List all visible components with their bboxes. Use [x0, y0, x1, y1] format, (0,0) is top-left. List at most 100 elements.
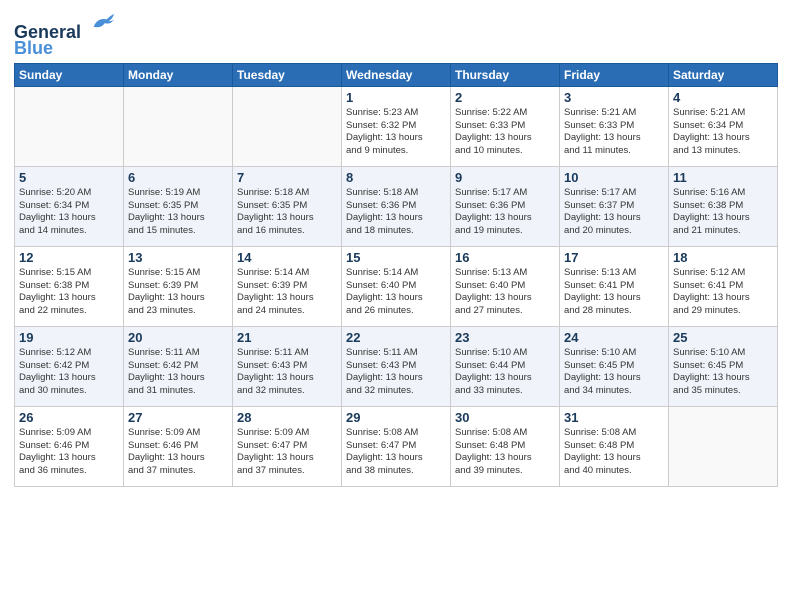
- weekday-header-thursday: Thursday: [451, 63, 560, 86]
- calendar-week-row: 19 Sunrise: 5:12 AM Sunset: 6:42 PM Dayli…: [15, 326, 778, 406]
- calendar-day-cell: 5 Sunrise: 5:20 AM Sunset: 6:34 PM Daylig…: [15, 166, 124, 246]
- day-number: 5: [19, 170, 119, 185]
- calendar-day-cell: 10 Sunrise: 5:17 AM Sunset: 6:37 PM Dayli…: [560, 166, 669, 246]
- header: General Blue: [14, 10, 778, 57]
- calendar-day-cell: 4Sunrise: 5:21 AM Sunset: 6:34 PM Daylig…: [669, 86, 778, 166]
- calendar-day-cell: 11 Sunrise: 5:16 AM Sunset: 6:38 PM Dayli…: [669, 166, 778, 246]
- day-number: 13: [128, 250, 228, 265]
- day-info: Sunrise: 5:14 AM Sunset: 6:39 PM Dayligh…: [237, 267, 337, 318]
- day-info: Sunrise: 5:20 AM Sunset: 6:34 PM Dayligh…: [19, 187, 119, 238]
- day-number: 11: [673, 170, 773, 185]
- day-number: 30: [455, 410, 555, 425]
- calendar-day-cell: 2Sunrise: 5:22 AM Sunset: 6:33 PM Daylig…: [451, 86, 560, 166]
- calendar-week-row: 5 Sunrise: 5:20 AM Sunset: 6:34 PM Daylig…: [15, 166, 778, 246]
- day-info: Sunrise: 5:17 AM Sunset: 6:37 PM Dayligh…: [564, 187, 664, 238]
- day-number: 6: [128, 170, 228, 185]
- day-number: 31: [564, 410, 664, 425]
- weekday-header-friday: Friday: [560, 63, 669, 86]
- day-info: Sunrise: 5:11 AM Sunset: 6:43 PM Dayligh…: [237, 347, 337, 398]
- day-number: 18: [673, 250, 773, 265]
- calendar-week-row: 1 Sunrise: 5:23 AM Sunset: 6:32 PM Daylig…: [15, 86, 778, 166]
- day-info: Sunrise: 5:10 AM Sunset: 6:45 PM Dayligh…: [564, 347, 664, 398]
- calendar-day-cell: 29 Sunrise: 5:08 AM Sunset: 6:47 PM Dayli…: [342, 406, 451, 486]
- calendar-day-cell: 27 Sunrise: 5:09 AM Sunset: 6:46 PM Dayli…: [124, 406, 233, 486]
- day-number: 8: [346, 170, 446, 185]
- day-info: Sunrise: 5:13 AM Sunset: 6:40 PM Dayligh…: [455, 267, 555, 318]
- day-number: 4: [673, 90, 773, 105]
- day-number: 1: [346, 90, 446, 105]
- day-info: Sunrise: 5:15 AM Sunset: 6:39 PM Dayligh…: [128, 267, 228, 318]
- calendar-day-cell: [124, 86, 233, 166]
- day-info: Sunrise: 5:08 AM Sunset: 6:48 PM Dayligh…: [455, 427, 555, 478]
- day-info: Sunrise: 5:09 AM Sunset: 6:47 PM Dayligh…: [237, 427, 337, 478]
- day-info: Sunrise: 5:12 AM Sunset: 6:42 PM Dayligh…: [19, 347, 119, 398]
- weekday-header-wednesday: Wednesday: [342, 63, 451, 86]
- day-number: 3: [564, 90, 664, 105]
- calendar-week-row: 26 Sunrise: 5:09 AM Sunset: 6:46 PM Dayli…: [15, 406, 778, 486]
- calendar-day-cell: 17 Sunrise: 5:13 AM Sunset: 6:41 PM Dayli…: [560, 246, 669, 326]
- calendar-day-cell: 20 Sunrise: 5:11 AM Sunset: 6:42 PM Dayli…: [124, 326, 233, 406]
- day-info: Sunrise: 5:11 AM Sunset: 6:42 PM Dayligh…: [128, 347, 228, 398]
- day-number: 20: [128, 330, 228, 345]
- calendar-day-cell: [15, 86, 124, 166]
- day-number: 10: [564, 170, 664, 185]
- day-info: Sunrise: 5:17 AM Sunset: 6:36 PM Dayligh…: [455, 187, 555, 238]
- calendar-day-cell: 8 Sunrise: 5:18 AM Sunset: 6:36 PM Daylig…: [342, 166, 451, 246]
- weekday-header-monday: Monday: [124, 63, 233, 86]
- calendar-day-cell: 18 Sunrise: 5:12 AM Sunset: 6:41 PM Dayli…: [669, 246, 778, 326]
- calendar-day-cell: 28Sunrise: 5:09 AM Sunset: 6:47 PM Dayli…: [233, 406, 342, 486]
- day-number: 15: [346, 250, 446, 265]
- calendar-day-cell: 24 Sunrise: 5:10 AM Sunset: 6:45 PM Dayli…: [560, 326, 669, 406]
- calendar-day-cell: 1 Sunrise: 5:23 AM Sunset: 6:32 PM Daylig…: [342, 86, 451, 166]
- day-info: Sunrise: 5:09 AM Sunset: 6:46 PM Dayligh…: [128, 427, 228, 478]
- calendar-day-cell: 30 Sunrise: 5:08 AM Sunset: 6:48 PM Dayli…: [451, 406, 560, 486]
- day-number: 17: [564, 250, 664, 265]
- day-info: Sunrise: 5:08 AM Sunset: 6:47 PM Dayligh…: [346, 427, 446, 478]
- day-number: 29: [346, 410, 446, 425]
- day-info: Sunrise: 5:09 AM Sunset: 6:46 PM Dayligh…: [19, 427, 119, 478]
- day-number: 22: [346, 330, 446, 345]
- calendar-day-cell: 12Sunrise: 5:15 AM Sunset: 6:38 PM Dayli…: [15, 246, 124, 326]
- day-number: 25: [673, 330, 773, 345]
- weekday-header-row: SundayMondayTuesdayWednesdayThursdayFrid…: [15, 63, 778, 86]
- calendar-day-cell: 26 Sunrise: 5:09 AM Sunset: 6:46 PM Dayli…: [15, 406, 124, 486]
- weekday-header-sunday: Sunday: [15, 63, 124, 86]
- day-info: Sunrise: 5:10 AM Sunset: 6:45 PM Dayligh…: [673, 347, 773, 398]
- logo: General Blue: [14, 10, 116, 57]
- day-number: 14: [237, 250, 337, 265]
- day-info: Sunrise: 5:16 AM Sunset: 6:38 PM Dayligh…: [673, 187, 773, 238]
- day-info: Sunrise: 5:22 AM Sunset: 6:33 PM Dayligh…: [455, 107, 555, 158]
- calendar-day-cell: 21 Sunrise: 5:11 AM Sunset: 6:43 PM Dayli…: [233, 326, 342, 406]
- day-number: 27: [128, 410, 228, 425]
- day-number: 21: [237, 330, 337, 345]
- calendar-day-cell: 16 Sunrise: 5:13 AM Sunset: 6:40 PM Dayli…: [451, 246, 560, 326]
- day-number: 23: [455, 330, 555, 345]
- day-number: 19: [19, 330, 119, 345]
- calendar-day-cell: 14 Sunrise: 5:14 AM Sunset: 6:39 PM Dayli…: [233, 246, 342, 326]
- day-info: Sunrise: 5:18 AM Sunset: 6:36 PM Dayligh…: [346, 187, 446, 238]
- weekday-header-saturday: Saturday: [669, 63, 778, 86]
- calendar-day-cell: 22 Sunrise: 5:11 AM Sunset: 6:43 PM Dayli…: [342, 326, 451, 406]
- day-number: 7: [237, 170, 337, 185]
- calendar-table: SundayMondayTuesdayWednesdayThursdayFrid…: [14, 63, 778, 487]
- weekday-header-tuesday: Tuesday: [233, 63, 342, 86]
- day-number: 12: [19, 250, 119, 265]
- day-number: 26: [19, 410, 119, 425]
- calendar-day-cell: 13 Sunrise: 5:15 AM Sunset: 6:39 PM Dayli…: [124, 246, 233, 326]
- day-info: Sunrise: 5:23 AM Sunset: 6:32 PM Dayligh…: [346, 107, 446, 158]
- day-number: 9: [455, 170, 555, 185]
- calendar-day-cell: 23Sunrise: 5:10 AM Sunset: 6:44 PM Dayli…: [451, 326, 560, 406]
- day-info: Sunrise: 5:21 AM Sunset: 6:33 PM Dayligh…: [564, 107, 664, 158]
- day-info: Sunrise: 5:08 AM Sunset: 6:48 PM Dayligh…: [564, 427, 664, 478]
- calendar-day-cell: 6Sunrise: 5:19 AM Sunset: 6:35 PM Daylig…: [124, 166, 233, 246]
- calendar-day-cell: 15 Sunrise: 5:14 AM Sunset: 6:40 PM Dayli…: [342, 246, 451, 326]
- page: General Blue SundayMondayTuesdayWednesda…: [0, 0, 792, 612]
- day-info: Sunrise: 5:12 AM Sunset: 6:41 PM Dayligh…: [673, 267, 773, 318]
- day-info: Sunrise: 5:13 AM Sunset: 6:41 PM Dayligh…: [564, 267, 664, 318]
- calendar-day-cell: 25 Sunrise: 5:10 AM Sunset: 6:45 PM Dayli…: [669, 326, 778, 406]
- calendar-day-cell: [669, 406, 778, 486]
- day-info: Sunrise: 5:14 AM Sunset: 6:40 PM Dayligh…: [346, 267, 446, 318]
- day-info: Sunrise: 5:11 AM Sunset: 6:43 PM Dayligh…: [346, 347, 446, 398]
- day-number: 24: [564, 330, 664, 345]
- day-number: 16: [455, 250, 555, 265]
